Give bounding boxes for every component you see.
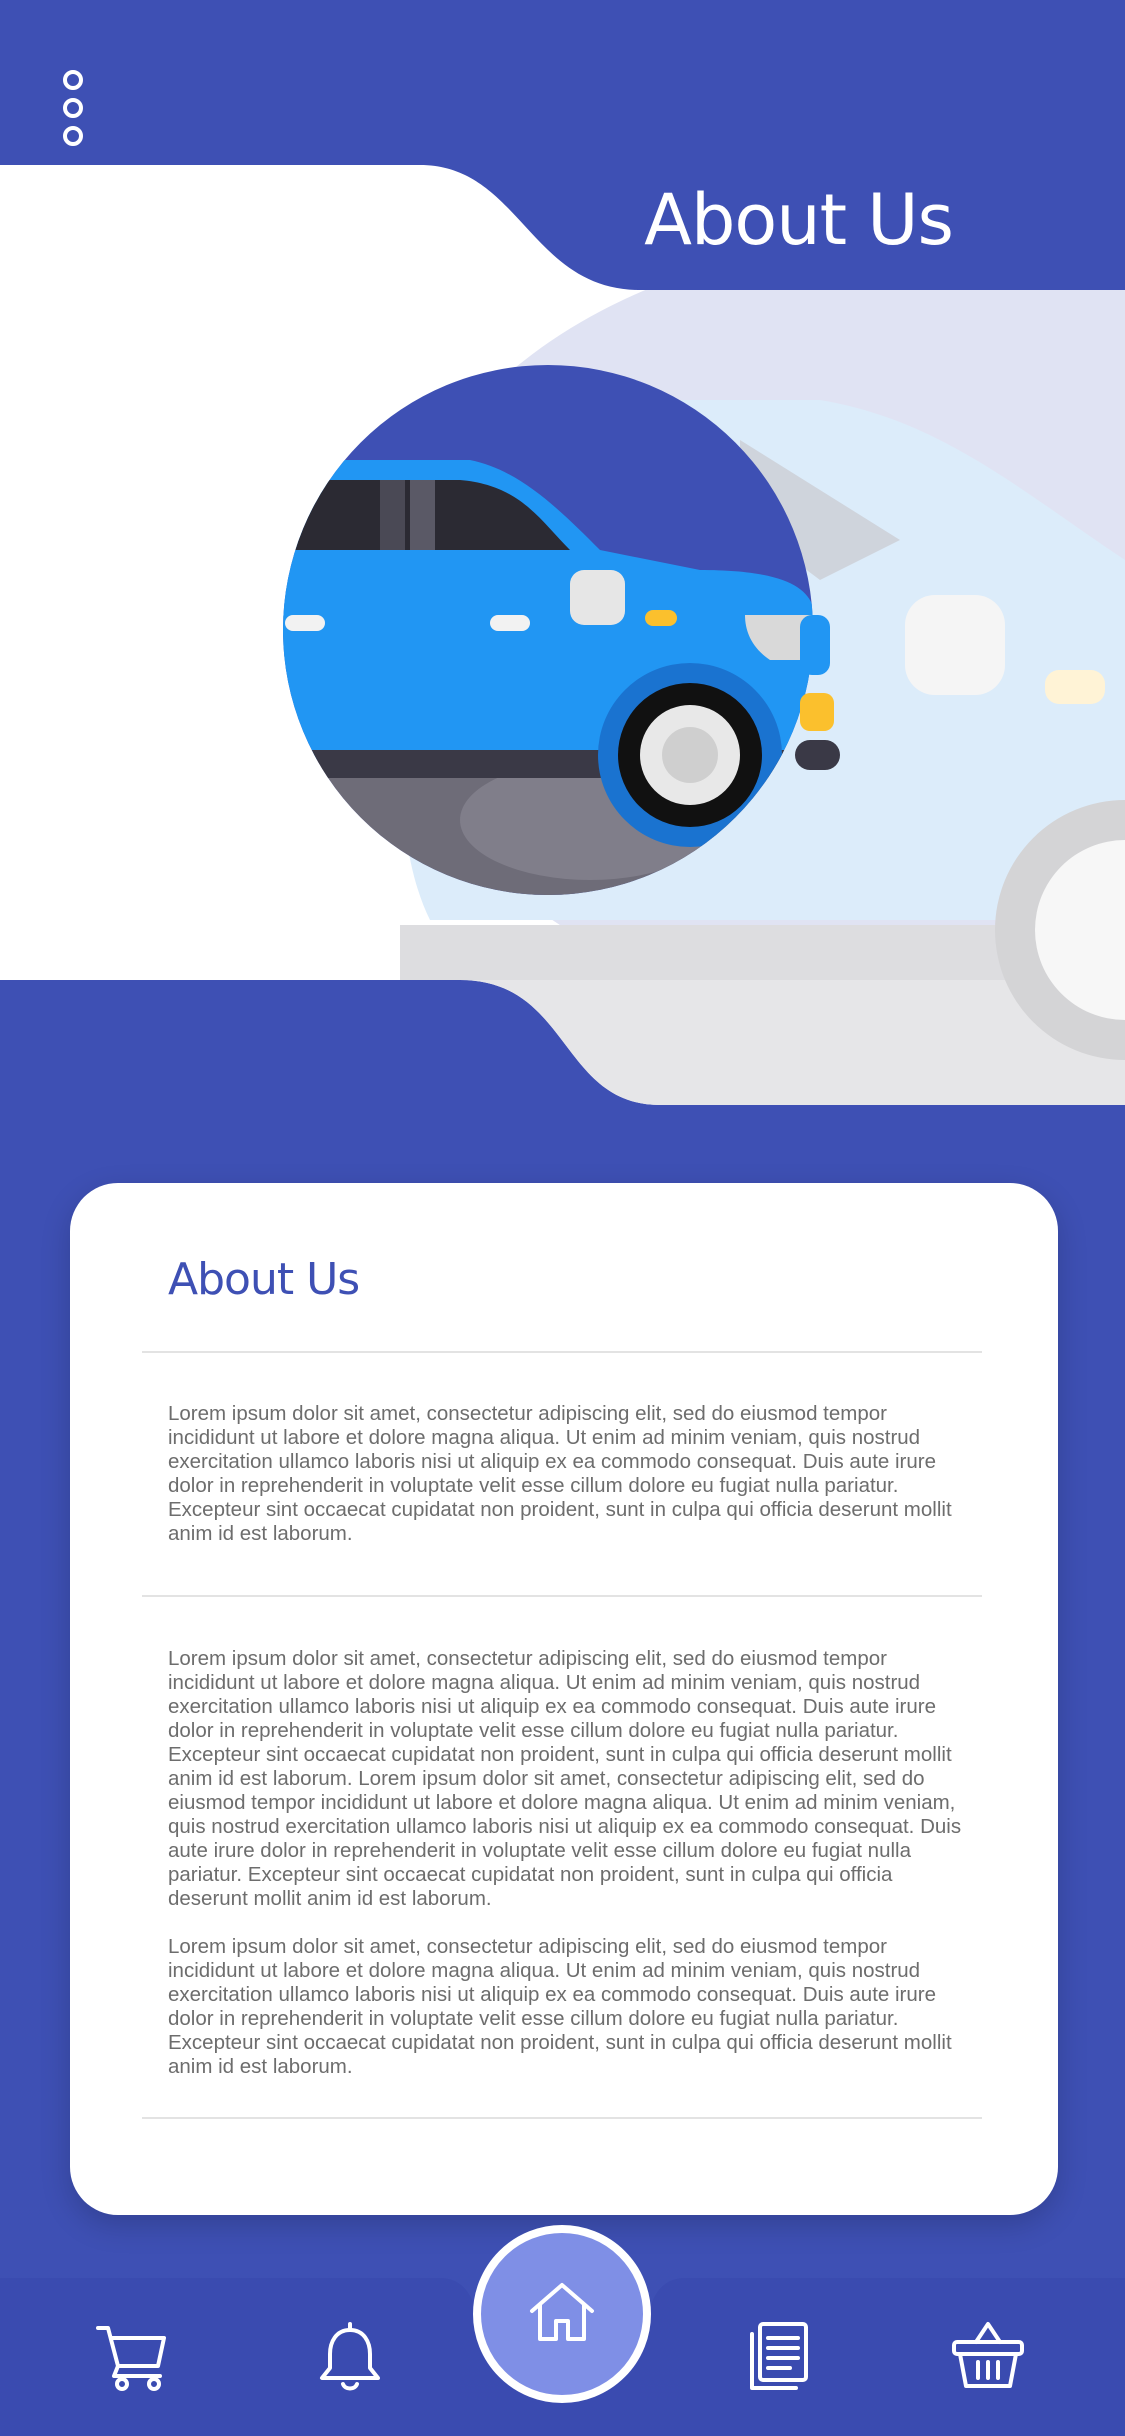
home-icon — [530, 2283, 594, 2341]
bell-icon[interactable] — [310, 2316, 390, 2396]
divider — [142, 1595, 982, 1597]
home-button[interactable] — [473, 2225, 651, 2403]
paragraph: Lorem ipsum dolor sit amet, consectetur … — [168, 1935, 952, 2078]
cart-icon[interactable] — [92, 2316, 172, 2396]
about-card: About Us Lorem ipsum dolor sit amet, con… — [70, 1183, 1058, 2215]
card-title: About Us — [168, 1254, 360, 1305]
paragraph: Lorem ipsum dolor sit amet, consectetur … — [168, 1647, 962, 1910]
basket-icon[interactable] — [948, 2316, 1028, 2396]
hero-illustration — [0, 165, 1125, 1105]
documents-icon[interactable] — [738, 2316, 818, 2396]
divider — [142, 1351, 982, 1353]
more-vertical-icon[interactable] — [56, 66, 90, 150]
divider — [142, 2117, 982, 2119]
paragraph: Lorem ipsum dolor sit amet, consectetur … — [168, 1402, 952, 1545]
